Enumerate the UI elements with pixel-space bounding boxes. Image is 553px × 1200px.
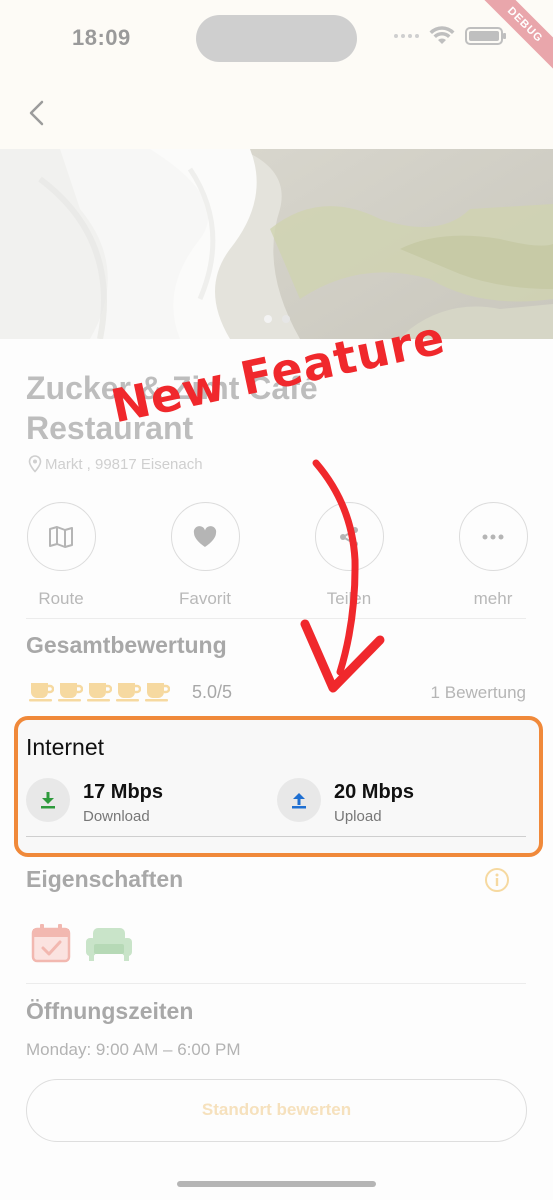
status-time: 18:09 <box>72 25 131 50</box>
chevron-left-icon[interactable] <box>22 96 52 130</box>
place-address: Markt , 99817 Eisenach <box>28 455 203 473</box>
download-icon <box>41 792 55 809</box>
coffee-cup-icon <box>87 683 112 702</box>
download-value: 17 Mbps <box>83 781 164 803</box>
more-circle[interactable] <box>458 502 528 571</box>
location-pin-icon <box>28 455 42 473</box>
review-count[interactable]: 1 Bewertung <box>431 683 526 703</box>
more-button[interactable]: mehr <box>443 502 543 609</box>
home-indicator[interactable] <box>177 1181 376 1187</box>
status-icons <box>394 26 506 46</box>
download-icon-wrap <box>26 778 70 822</box>
nav-bar <box>0 80 553 149</box>
rating-cups <box>29 678 170 702</box>
calendar-check-icon <box>31 924 71 963</box>
route-label: Route <box>38 589 84 608</box>
share-label: Teilen <box>326 589 372 608</box>
coffee-cup-icon <box>58 683 83 702</box>
rating-score: 5.0/5 <box>192 682 233 702</box>
coffee-cup-icon <box>145 683 170 702</box>
favorite-button[interactable]: Favorit <box>155 502 255 609</box>
favorite-label: Favorit <box>179 589 231 608</box>
rating-heading: Gesamtbewertung <box>26 632 227 658</box>
heart-icon <box>193 525 217 547</box>
upload-icon <box>292 793 306 809</box>
upload-value: 20 Mbps <box>334 781 415 803</box>
upload-speed: 20 Mbps Upload <box>277 778 477 826</box>
internet-divider <box>26 836 526 837</box>
signal-dots-icon <box>394 34 419 38</box>
gallery-pager[interactable] <box>0 315 553 323</box>
more-label: mehr <box>473 589 513 608</box>
divider <box>26 983 526 984</box>
dynamic-island <box>196 15 357 62</box>
status-bar: 18:09 DEBUG <box>0 0 553 80</box>
battery-icon <box>465 27 506 45</box>
internet-heading: Internet <box>26 734 104 760</box>
hero-image[interactable] <box>0 149 553 339</box>
pager-dot-active[interactable] <box>263 315 272 323</box>
rate-location-button[interactable]: Standort bewerten <box>26 1079 527 1142</box>
upload-label: Upload <box>334 808 382 825</box>
pager-dot[interactable] <box>281 315 290 323</box>
rating-row: 5.0/5 1 Bewertung <box>26 678 526 706</box>
route-circle[interactable] <box>26 502 96 571</box>
coffee-cup-icon <box>116 683 141 702</box>
info-icon[interactable] <box>484 867 510 893</box>
favorite-circle[interactable] <box>170 502 240 571</box>
wifi-icon <box>429 26 455 44</box>
share-icon <box>340 526 358 547</box>
more-icon <box>482 534 504 539</box>
download-speed: 17 Mbps Download <box>26 778 226 826</box>
waterfall-photo <box>0 149 553 339</box>
sofa-icon <box>86 928 132 961</box>
feature-icons <box>30 922 134 964</box>
share-button[interactable]: Teilen <box>299 502 399 609</box>
hours-heading: Öffnungszeiten <box>26 998 194 1024</box>
download-label: Download <box>83 808 150 825</box>
hours-text: Monday: 9:00 AM – 6:00 PM <box>26 1040 241 1059</box>
route-button[interactable]: Route <box>11 502 111 609</box>
share-circle[interactable] <box>314 502 384 571</box>
upload-icon-wrap <box>277 778 321 822</box>
action-buttons: Route Favorit Teilen mehr <box>0 502 553 612</box>
address-text: Markt , 99817 Eisenach <box>45 455 203 473</box>
features-heading: Eigenschaften <box>26 866 184 892</box>
map-icon <box>49 525 73 548</box>
coffee-cup-icon <box>29 683 54 702</box>
divider <box>26 618 526 619</box>
